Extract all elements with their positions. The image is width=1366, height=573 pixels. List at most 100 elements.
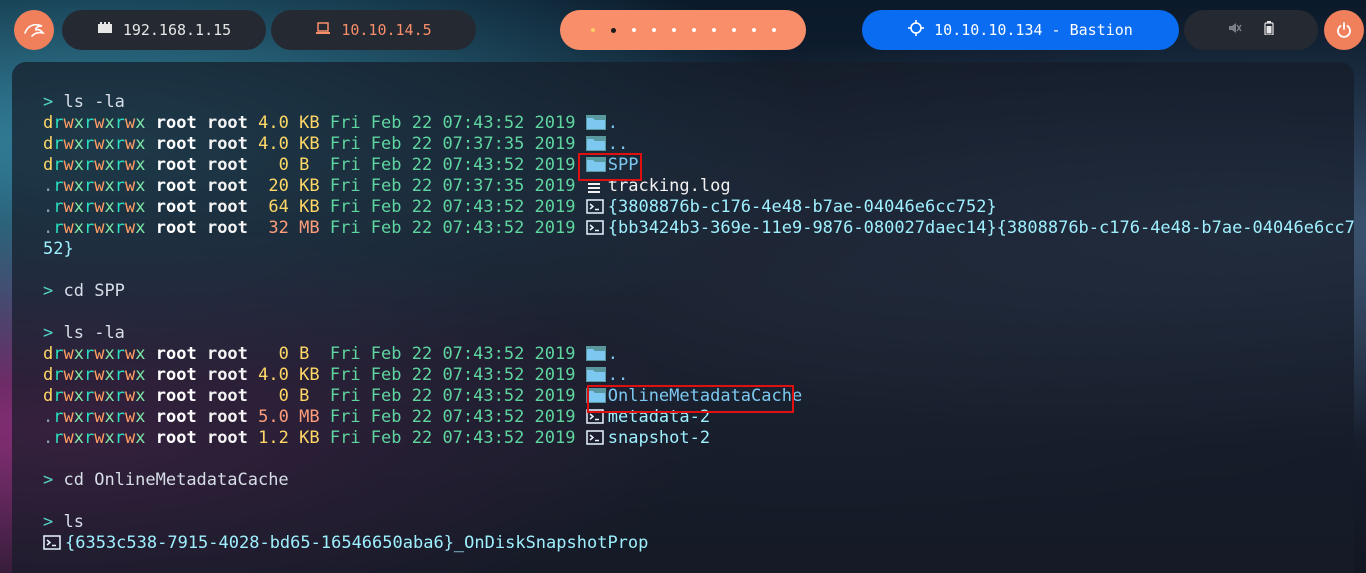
group-text: root: [206, 344, 248, 364]
permission-char: w: [63, 155, 74, 175]
highlight-box-onlinemetadatacache: [587, 385, 794, 413]
permission-char: w: [63, 113, 74, 133]
permission-char: r: [53, 428, 64, 448]
command-text: ls -la: [63, 92, 125, 112]
size-value: 5.0: [258, 407, 289, 427]
size-value: 4.0: [258, 113, 289, 133]
permission-char: r: [53, 176, 64, 196]
terminal-window[interactable]: > ls -la drwxrwxrwx root root 4.0 KB Fri …: [12, 62, 1355, 573]
permission-char: w: [125, 155, 136, 175]
permission-char: r: [84, 134, 95, 154]
workspace-dot[interactable]: [691, 28, 696, 32]
workspace-dot[interactable]: [651, 28, 656, 32]
size-value: 4.0: [258, 134, 289, 154]
workspace-dot[interactable]: [631, 28, 636, 32]
permission-char: w: [125, 176, 136, 196]
date-text: Fri Feb 22 07:43:52 2019: [329, 344, 576, 364]
local-ip-text: 192.168.1.15: [122, 21, 232, 39]
owner-text: root: [155, 197, 197, 217]
workspace-dot[interactable]: [610, 27, 616, 33]
permission-char: x: [73, 218, 84, 238]
battery-icon[interactable]: [1264, 21, 1274, 39]
terminal-output: > ls -la drwxrwxrwx root root 4.0 KB Fri …: [43, 92, 1355, 554]
permission-char: w: [94, 197, 105, 217]
permission-char: r: [53, 218, 64, 238]
permission-char: w: [94, 407, 105, 427]
file-name: ..: [607, 134, 629, 154]
workspace-dot[interactable]: [731, 28, 736, 32]
permission-char: w: [125, 365, 136, 385]
kali-menu-button[interactable]: [14, 10, 54, 50]
permission-char: r: [114, 365, 125, 385]
date-text: Fri Feb 22 07:43:52 2019: [329, 113, 576, 133]
permission-char: w: [63, 428, 74, 448]
permission-char: w: [63, 134, 74, 154]
listing-row: drwxrwxrwx root root 4.0 KB Fri Feb 22 0…: [43, 113, 1355, 134]
listing-row: {6353c538-7915-4028-bd65-16546650aba6}_O…: [43, 533, 1355, 554]
folder-icon: [585, 115, 606, 130]
size-unit: MB: [299, 218, 320, 238]
workspace-dot[interactable]: [590, 28, 595, 32]
permission-char: .: [43, 218, 54, 238]
permission-char: x: [135, 113, 146, 133]
permission-char: w: [63, 218, 74, 238]
permission-char: d: [43, 386, 54, 406]
terminal-file-icon: [586, 199, 606, 214]
power-button[interactable]: [1324, 10, 1364, 50]
permission-char: r: [114, 344, 125, 364]
size-unit: KB: [299, 365, 320, 385]
folder-icon: [585, 367, 606, 382]
permission-char: w: [125, 197, 136, 217]
owner-text: root: [155, 386, 197, 406]
size-unit: KB: [299, 113, 320, 133]
file-name: .: [607, 113, 618, 133]
volume-muted-icon[interactable]: [1228, 21, 1242, 39]
permission-char: r: [114, 155, 125, 175]
permission-char: r: [53, 344, 64, 364]
permission-char: x: [135, 428, 146, 448]
permission-char: .: [43, 407, 54, 427]
owner-text: root: [155, 176, 197, 196]
permission-char: w: [94, 365, 105, 385]
permission-char: w: [125, 407, 136, 427]
owner-text: root: [155, 113, 197, 133]
workspace-dot[interactable]: [671, 28, 676, 32]
wrapped-filename: 52}: [43, 239, 1355, 260]
command-line: > ls: [43, 512, 1355, 533]
size-unit: MB: [299, 407, 320, 427]
file-name: .: [607, 344, 618, 364]
permission-char: w: [125, 134, 136, 154]
highlight-box-spp: [578, 153, 642, 181]
workspace-dot[interactable]: [711, 28, 716, 32]
permission-char: r: [84, 386, 95, 406]
size-unit: B: [299, 155, 320, 175]
listing-row: drwxrwxrwx root root 0 B Fri Feb 22 07:4…: [43, 344, 1355, 365]
permission-char: r: [53, 386, 64, 406]
prompt-symbol: >: [43, 512, 54, 532]
listing-row: .rwxrwxrwx root root 64 KB Fri Feb 22 07…: [43, 197, 1355, 218]
workspace-indicators[interactable]: [590, 27, 776, 33]
size-value: 1.2: [258, 428, 289, 448]
target-text: 10.10.10.134 - Bastion: [934, 21, 1133, 39]
owner-text: root: [155, 365, 197, 385]
workspace-dot[interactable]: [771, 28, 776, 32]
group-text: root: [206, 365, 248, 385]
permission-char: r: [114, 386, 125, 406]
workspaces-pill[interactable]: [560, 10, 806, 50]
date-text: Fri Feb 22 07:37:35 2019: [329, 176, 576, 196]
permission-char: x: [104, 344, 115, 364]
permission-char: w: [94, 155, 105, 175]
size-value: 4.0: [258, 365, 289, 385]
network-icon: [97, 21, 113, 39]
permission-char: w: [94, 344, 105, 364]
command-line: > ls -la: [43, 323, 1355, 344]
permission-char: w: [63, 386, 74, 406]
permission-char: w: [63, 197, 74, 217]
prompt-symbol: >: [43, 470, 54, 490]
permission-char: r: [114, 134, 125, 154]
crosshair-icon: [908, 20, 925, 40]
group-text: root: [206, 386, 248, 406]
workspace-dot[interactable]: [751, 28, 756, 32]
